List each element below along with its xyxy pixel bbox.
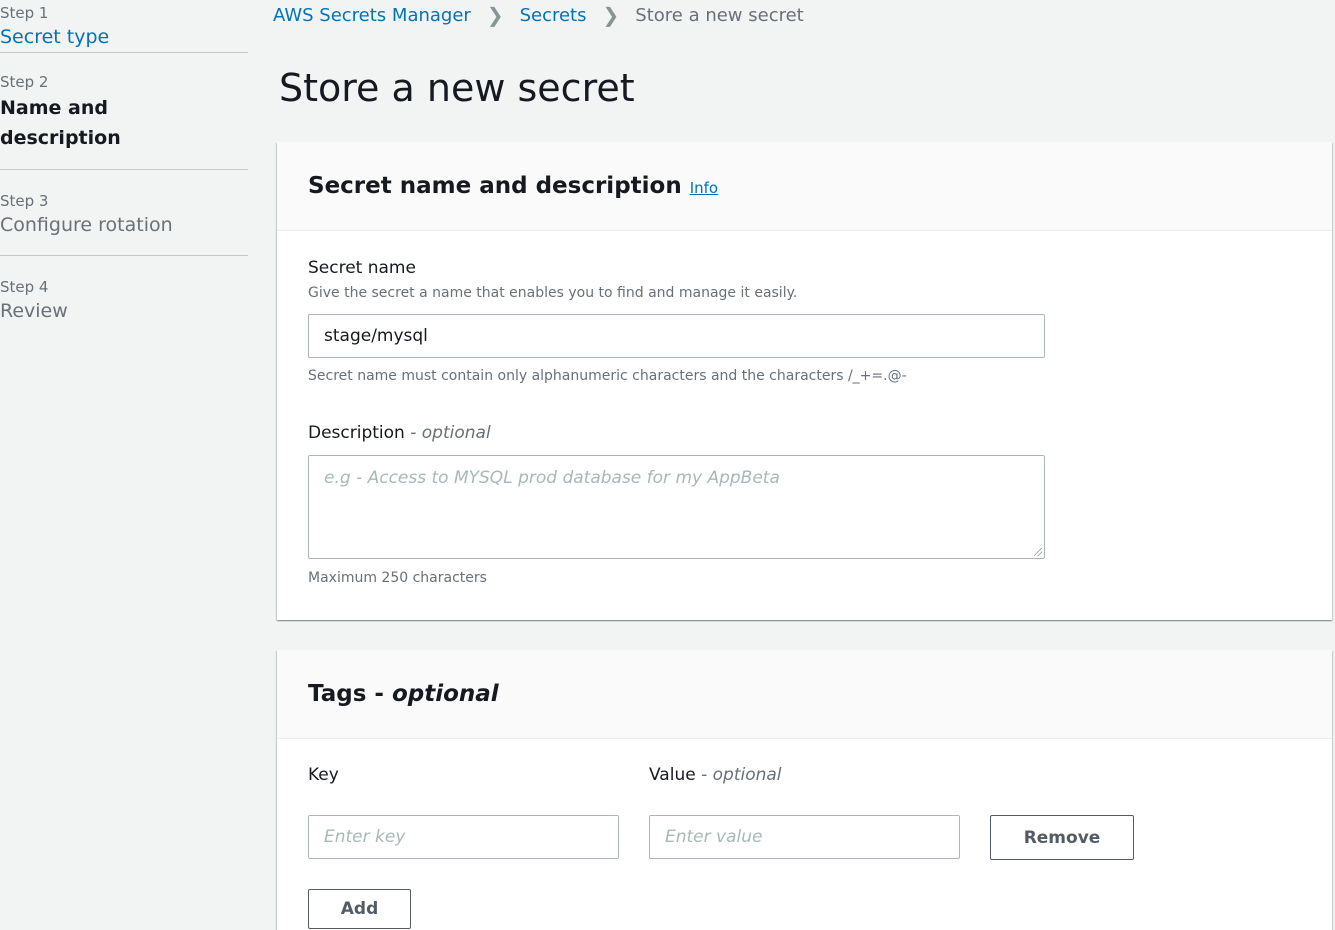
step-current-name-and-description: Name and description	[0, 97, 121, 149]
panel-heading: Secret name and description	[308, 173, 682, 199]
step-number: Step 3	[0, 192, 49, 210]
remove-tag-button[interactable]: Remove	[990, 815, 1134, 860]
secret-name-label: Secret name	[308, 258, 416, 278]
optional-marker: - optional	[701, 765, 782, 785]
step-link-secret-type[interactable]: Secret type	[0, 22, 248, 52]
tag-key-input[interactable]: Enter key	[308, 815, 619, 859]
page-title: Store a new secret	[279, 66, 635, 110]
wizard-step-3: Step 3 Configure rotation	[0, 170, 248, 256]
tag-value-label: Value - optional	[649, 765, 782, 785]
secret-name-input[interactable]: stage/mysql	[308, 314, 1045, 358]
resize-handle-icon[interactable]	[1034, 548, 1042, 556]
tag-key-label: Key	[308, 765, 339, 785]
tag-value-input[interactable]: Enter value	[649, 815, 960, 859]
wizard-step-1: Step 1 Secret type	[0, 0, 248, 53]
wizard-steps: Step 1 Secret type Step 2 Name and descr…	[0, 0, 248, 336]
step-configure-rotation: Configure rotation	[0, 214, 173, 236]
step-number: Step 1	[0, 4, 49, 22]
description-textarea[interactable]: e.g - Access to MYSQL prod database for …	[308, 455, 1045, 559]
description-label: Description - optional	[308, 423, 491, 443]
optional-marker: optional	[391, 681, 499, 707]
tag-key-placeholder: Enter key	[324, 827, 406, 847]
wizard-step-2: Step 2 Name and description	[0, 53, 248, 170]
secret-name-value: stage/mysql	[324, 326, 428, 346]
optional-marker: - optional	[410, 423, 491, 443]
tag-value-label-text: Value	[649, 765, 696, 785]
step-number: Step 2	[0, 73, 49, 91]
chevron-right-icon: ❯	[602, 3, 620, 27]
secret-name-constraint: Secret name must contain only alphanumer…	[308, 368, 907, 384]
add-tag-button[interactable]: Add	[308, 889, 411, 929]
step-review: Review	[0, 300, 68, 322]
tag-value-placeholder: Enter value	[665, 827, 763, 847]
tags-heading-text: Tags -	[308, 681, 384, 707]
breadcrumb-secrets-manager-link[interactable]: AWS Secrets Manager	[273, 5, 471, 26]
breadcrumb-secrets-link[interactable]: Secrets	[520, 5, 587, 26]
breadcrumb-current: Store a new secret	[635, 4, 804, 26]
breadcrumb: AWS Secrets Manager ❯ Secrets ❯ Store a …	[273, 2, 804, 28]
info-link[interactable]: Info	[690, 179, 718, 197]
tags-panel: Tags - optional Key Value - optional Ent…	[277, 650, 1332, 930]
secret-name-description: Give the secret a name that enables you …	[308, 285, 798, 301]
description-constraint: Maximum 250 characters	[308, 570, 487, 586]
description-label-text: Description	[308, 423, 405, 443]
secret-name-panel: Secret name and description Info Secret …	[277, 142, 1332, 620]
wizard-step-4: Step 4 Review	[0, 256, 248, 336]
step-number: Step 4	[0, 278, 49, 296]
panel-header: Secret name and description Info	[277, 142, 1332, 231]
panel-heading: Tags - optional	[308, 681, 499, 707]
chevron-right-icon: ❯	[486, 3, 504, 27]
panel-header: Tags - optional	[277, 650, 1332, 739]
description-placeholder: e.g - Access to MYSQL prod database for …	[324, 468, 780, 488]
